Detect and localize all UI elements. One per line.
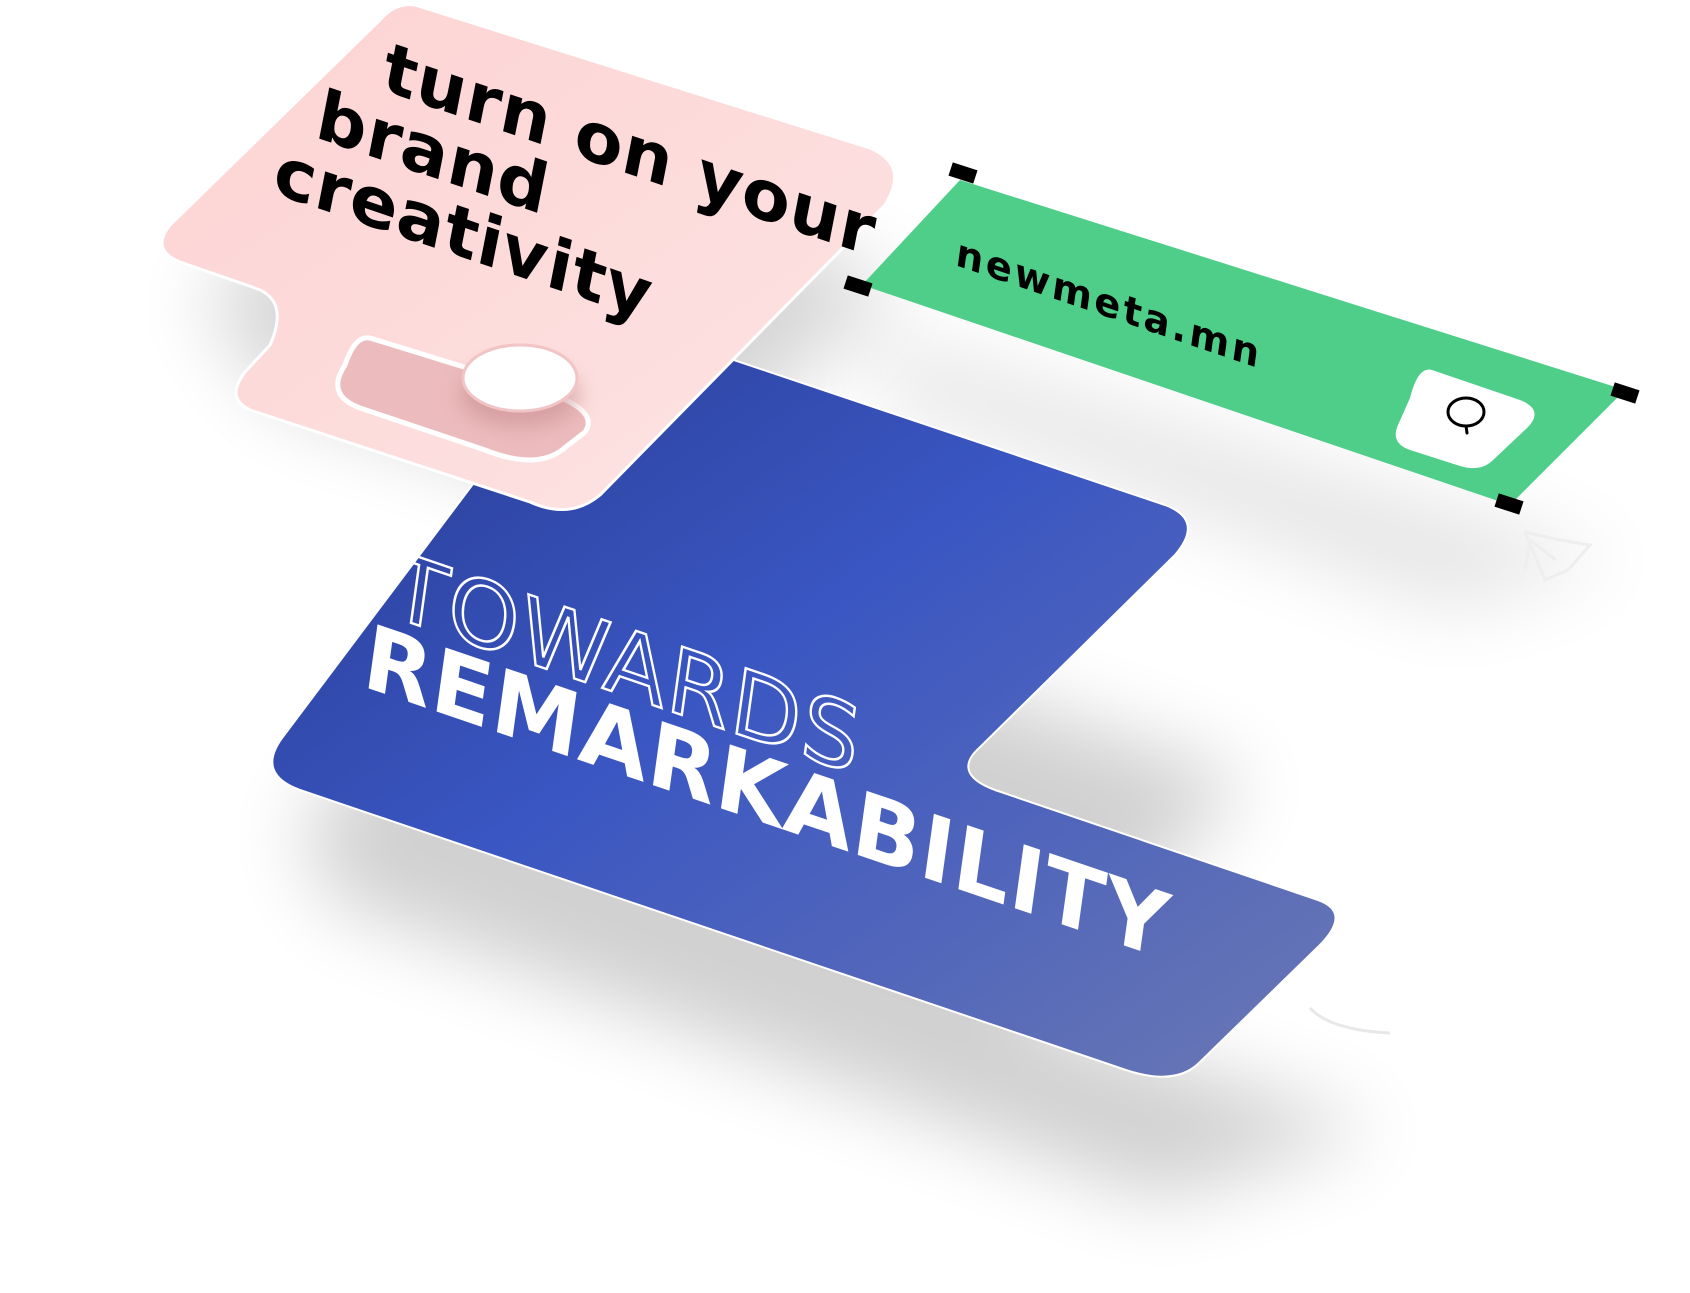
card-edge-line <box>1308 1006 1391 1035</box>
toggle-knob <box>461 343 579 413</box>
isometric-scene: TOWARDS REMARKABILITY turn on your brand… <box>160 3 1640 1200</box>
selection-handle-top-left[interactable] <box>948 162 978 184</box>
illustration-stage: TOWARDS REMARKABILITY turn on your brand… <box>0 0 1690 1293</box>
selection-handle-right[interactable] <box>1610 382 1640 404</box>
